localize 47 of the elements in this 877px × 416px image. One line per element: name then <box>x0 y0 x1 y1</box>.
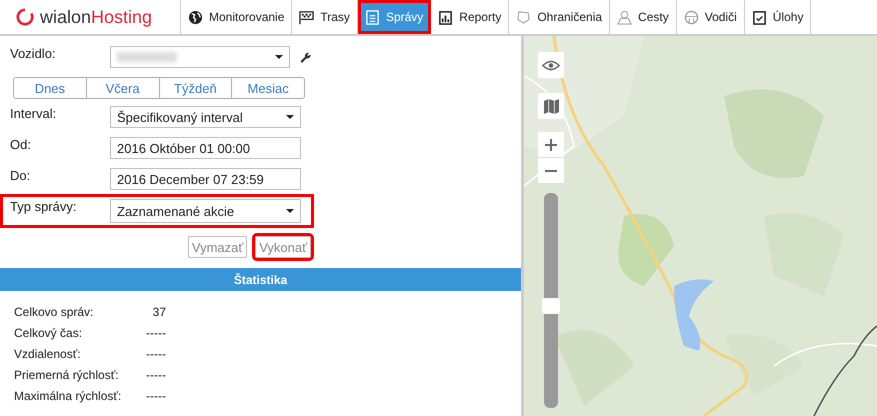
wrench-icon[interactable] <box>298 50 311 64</box>
dropdown[interactable]: Zaznamenané akcie <box>110 199 301 223</box>
stat-label: Celkový čas: <box>14 326 84 340</box>
steering-wheel-icon <box>684 10 699 24</box>
field-label: Interval: <box>10 106 58 121</box>
field-label: Typ správy: <box>10 199 78 214</box>
zoom-in-button[interactable] <box>538 132 564 158</box>
stat-label: Priemerná rýchlosť: <box>14 368 120 382</box>
section-header: Štatistika <box>0 268 521 291</box>
stat-value: 37 <box>152 304 166 318</box>
period-button[interactable]: Dnes <box>14 78 87 98</box>
action-button[interactable]: Vymazať <box>188 236 248 258</box>
stat-label: Celkovo správ: <box>14 304 94 318</box>
visibility-button[interactable] <box>538 52 564 78</box>
logo-text: wialonHosting <box>40 6 152 28</box>
stat-label: Vzdialenosť: <box>14 346 82 360</box>
stat-value: ----- <box>145 326 166 340</box>
slider-thumb[interactable] <box>542 298 560 314</box>
field-label: Vozidlo: <box>10 46 57 61</box>
polygon-icon <box>516 10 532 24</box>
field-label: Od: <box>10 137 32 152</box>
field-label: Do: <box>10 168 32 183</box>
dropdown[interactable]: Špecifikovaný interval <box>110 106 301 128</box>
document-icon <box>364 10 380 24</box>
caret-icon <box>274 55 283 59</box>
plus-icon <box>545 138 557 150</box>
task-icon <box>752 10 767 24</box>
action-button[interactable]: Vykonať <box>255 236 311 258</box>
redacted-value <box>117 52 177 62</box>
flag-icon <box>299 10 314 24</box>
stat-label: Maximálna rýchlosť: <box>14 388 122 402</box>
eye-icon <box>542 60 560 70</box>
minus-icon <box>545 170 557 172</box>
caret-icon <box>286 209 294 213</box>
stat-value: ----- <box>145 388 166 402</box>
stat-value: ----- <box>145 346 166 360</box>
logo-icon <box>16 8 34 26</box>
chart-icon <box>438 10 454 24</box>
map-icon <box>542 98 560 114</box>
map-pin-icon <box>617 10 632 24</box>
date-field[interactable]: 2016 Október 01 00:00 <box>110 137 301 159</box>
caret-icon <box>286 115 294 119</box>
zoom-slider[interactable] <box>544 193 558 408</box>
globe-icon <box>188 10 203 24</box>
stat-value: ----- <box>145 368 166 382</box>
map-layers-button[interactable] <box>538 93 564 119</box>
date-field[interactable]: 2016 December 07 23:59 <box>110 168 301 190</box>
